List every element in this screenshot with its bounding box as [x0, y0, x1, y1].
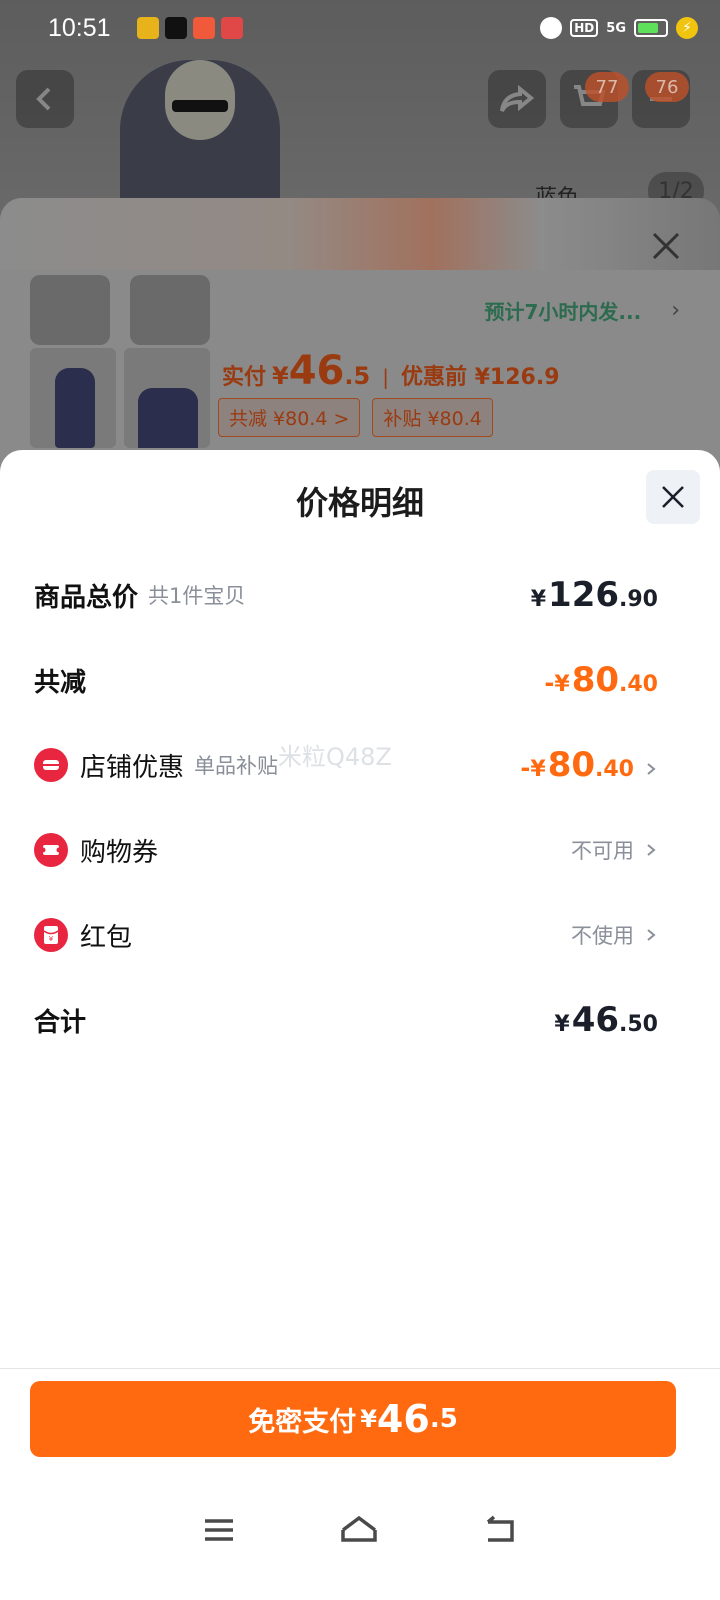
red-packet-icon: ¥	[34, 918, 68, 952]
amount: ¥ 126 .90	[531, 575, 658, 615]
close-button[interactable]	[646, 470, 700, 524]
shopping-voucher-row[interactable]: 购物券 不可用	[34, 820, 658, 880]
grand-total-row: 合计 ¥ 46 .50	[34, 990, 658, 1050]
pay-button-currency: ¥	[360, 1405, 377, 1433]
pay-label: 实付	[222, 365, 267, 390]
cart-badge: 77	[585, 72, 629, 102]
product-thumbnail	[124, 348, 210, 448]
row-sub: 共1件宝贝	[148, 584, 246, 608]
shop-coupon-icon	[34, 748, 68, 782]
pay-button-label: 免密支付	[248, 1406, 357, 1438]
app-icon-3	[192, 17, 215, 39]
currency-symbol: ¥	[554, 1012, 570, 1037]
row-label: 店铺优惠	[80, 752, 185, 783]
row-label: 合计	[34, 1007, 87, 1038]
minus-sign: -	[544, 669, 555, 697]
amount: - ¥ 80 .40	[520, 745, 634, 785]
chevron-right-icon	[647, 929, 656, 941]
close-icon	[662, 486, 684, 508]
status-right-icons: HD 5G ⚡	[540, 17, 698, 39]
pay-button-amount-dec: .5	[429, 1404, 458, 1434]
home-icon[interactable]	[339, 1514, 379, 1546]
blurred-image	[30, 275, 110, 345]
app-icon-4	[220, 17, 243, 39]
share-button[interactable]	[488, 70, 546, 128]
red-packet-status: 不使用	[571, 924, 634, 948]
back-icon[interactable]	[482, 1514, 518, 1546]
status-bar: 10:51 HD 5G ⚡	[0, 0, 720, 56]
charging-icon: ⚡	[676, 17, 698, 39]
row-label: 购物券	[80, 837, 159, 868]
menu-icon[interactable]	[202, 1515, 236, 1545]
pay-button-amount-int: 46	[376, 1397, 430, 1441]
voucher-status: 不可用	[571, 839, 634, 863]
row-sub: 单品补贴	[194, 754, 279, 778]
watermark: 米粒Q48Z	[278, 743, 392, 771]
amount-int: 80	[571, 660, 620, 700]
sheet-title: 价格明细	[295, 484, 424, 522]
reduce-chip[interactable]: 共减 ¥80.4 >	[218, 398, 361, 437]
separator: |	[382, 365, 389, 389]
product-model-glasses	[172, 100, 228, 112]
amount-dec: .40	[619, 672, 658, 697]
pay-amount-dec: .5	[344, 362, 371, 390]
amount-dec: .90	[619, 587, 658, 612]
discount-chips: 共减 ¥80.4 > 补贴 ¥80.4	[218, 398, 493, 437]
order-pay-summary: 实付 ¥ 46 .5 | 优惠前 ¥126.9	[222, 348, 560, 394]
divider	[0, 1368, 720, 1369]
douyin-icon	[164, 17, 187, 39]
red-packet-row[interactable]: ¥ 红包 不使用	[34, 905, 658, 965]
row-label: 商品总价	[34, 582, 139, 613]
share-icon	[500, 85, 534, 112]
chevron-right-icon	[647, 844, 656, 856]
svg-text:¥: ¥	[49, 935, 54, 943]
back-button[interactable]	[16, 70, 74, 128]
back-arrow-icon	[36, 87, 51, 111]
password-free-pay-button[interactable]: 免密支付 ¥ 46 .5	[30, 1381, 676, 1457]
order-header-blur	[0, 198, 720, 270]
hd-icon: HD	[570, 19, 599, 37]
alarm-icon	[540, 17, 563, 39]
voucher-icon	[34, 833, 68, 867]
blurred-image	[130, 275, 210, 345]
total-reduction-row: 共减 - ¥ 80 .40	[34, 650, 658, 710]
5g-signal-icon: 5G	[606, 20, 626, 36]
amount-int: 126	[548, 575, 620, 615]
total-goods-row: 商品总价 共1件宝贝 ¥ 126 .90	[34, 565, 658, 625]
amount-int: 46	[571, 1000, 620, 1040]
amount: ¥ 46 .50	[554, 1000, 658, 1040]
chevron-right-icon: ›	[671, 297, 680, 323]
app-icon-1	[136, 17, 159, 39]
shipping-note: 预计7小时内发...	[484, 299, 642, 324]
order-thumbnails	[30, 348, 210, 448]
pay-amount-int: 46	[288, 348, 345, 394]
minus-sign: -	[520, 754, 531, 782]
before-discount-price: 优惠前 ¥126.9	[400, 365, 560, 390]
currency-symbol: ¥	[554, 672, 570, 697]
row-label: 共减	[34, 667, 87, 698]
price-detail-sheet: 价格明细 商品总价 共1件宝贝 ¥ 126 .90 共减 - ¥ 80 .40	[0, 450, 720, 1600]
status-time: 10:51	[48, 13, 111, 42]
product-thumbnail	[30, 348, 116, 448]
battery-icon	[634, 19, 668, 37]
amount-dec: .50	[619, 1012, 658, 1037]
close-icon[interactable]	[648, 228, 684, 264]
shipping-row[interactable]: 预计7小时内发... ›	[30, 275, 680, 345]
amount: - ¥ 80 .40	[544, 660, 658, 700]
currency-symbol: ¥	[530, 757, 546, 782]
currency-symbol: ¥	[530, 587, 547, 612]
row-label: 红包	[80, 922, 133, 953]
amount-int: 80	[547, 745, 596, 785]
notification-icons	[136, 17, 243, 39]
message-badge: 76	[645, 72, 689, 102]
subsidy-chip: 补贴 ¥80.4	[372, 398, 493, 437]
system-nav-bar	[0, 1500, 720, 1560]
amount-dec: .40	[595, 757, 634, 782]
pay-currency: ¥	[272, 362, 289, 390]
chevron-right-icon	[647, 763, 656, 775]
